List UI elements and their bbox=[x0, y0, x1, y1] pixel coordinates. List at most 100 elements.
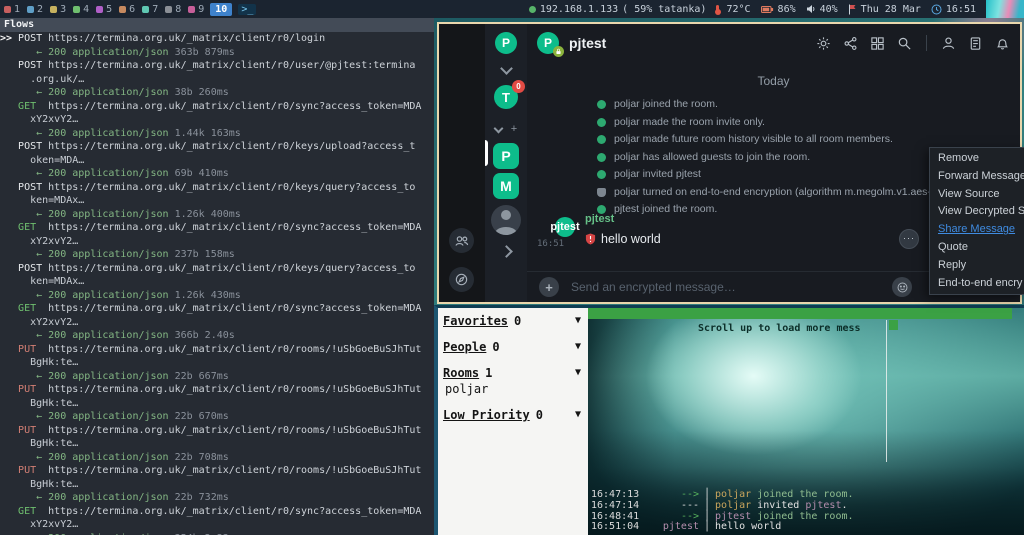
flow-size-time: 22b 670ms bbox=[175, 411, 229, 422]
flow-url: https://termina.org.uk/_matrix/client/r0… bbox=[48, 465, 421, 476]
chevron-right-icon[interactable] bbox=[500, 245, 513, 258]
collapse-triangle-icon[interactable] bbox=[575, 409, 581, 420]
workspace-icon bbox=[188, 6, 195, 13]
chat-terminal[interactable]: Scroll up to load more mess 16:47:13-->p… bbox=[588, 308, 1024, 535]
flow-response: ← 200 application/json bbox=[36, 87, 168, 98]
scrollback-notice: Scroll up to load more mess bbox=[698, 323, 861, 334]
user-photo-avatar[interactable] bbox=[491, 205, 521, 235]
workspace-button[interactable]: 8 bbox=[165, 4, 181, 15]
flow-row[interactable]: PUThttps://termina.org.uk/_matrix/client… bbox=[0, 343, 434, 384]
speaker-icon bbox=[806, 4, 816, 14]
flow-method: POST bbox=[18, 181, 48, 195]
notifications-bell-icon[interactable] bbox=[995, 36, 1010, 51]
workspace-button[interactable]: 2 bbox=[27, 4, 43, 15]
collapse-triangle-icon[interactable] bbox=[575, 341, 581, 352]
flow-method: PUT bbox=[18, 464, 48, 478]
rail-avatar-t[interactable]: T 0 bbox=[494, 85, 518, 109]
workspace-icon bbox=[119, 6, 126, 13]
flow-row[interactable]: GEThttps://termina.org.uk/_matrix/client… bbox=[0, 302, 434, 343]
roomlist-section-favorites[interactable]: Favorites0 bbox=[443, 314, 583, 328]
flow-row[interactable]: POSThttps://termina.org.uk/_matrix/clien… bbox=[0, 59, 434, 100]
workspace-button[interactable]: 6 bbox=[119, 4, 135, 15]
flow-method: POST bbox=[18, 140, 48, 154]
flow-response: ← 200 application/json bbox=[36, 452, 168, 463]
collapse-triangle-icon[interactable] bbox=[575, 367, 581, 378]
rail-avatar-p-selected[interactable]: P bbox=[493, 143, 519, 169]
user-menu-avatar[interactable]: P bbox=[495, 32, 517, 54]
timeline-event: pjtest joined the room. bbox=[597, 201, 965, 219]
roomlist-section-low-priority[interactable]: Low Priority0 bbox=[443, 408, 583, 422]
context-menu-item[interactable]: View Source bbox=[930, 186, 1024, 204]
column-separator bbox=[704, 501, 710, 512]
room-list-panel: Favorites0 People0 Rooms1 poljar Low Pri… bbox=[438, 308, 588, 535]
context-menu-item[interactable]: View Decrypted S bbox=[930, 203, 1024, 221]
flow-url: https://termina.org.uk/_matrix/client/r0… bbox=[48, 506, 421, 517]
flow-row[interactable]: PUThttps://termina.org.uk/_matrix/client… bbox=[0, 464, 434, 505]
event-avatar-icon bbox=[597, 135, 606, 144]
members-icon[interactable] bbox=[941, 36, 956, 51]
workspace-button[interactable]: 7 bbox=[142, 4, 158, 15]
rail-avatar-m[interactable]: M bbox=[493, 173, 519, 199]
encryption-lock-icon bbox=[553, 46, 564, 57]
upload-icon[interactable] bbox=[539, 277, 559, 297]
chevron-down-icon[interactable] bbox=[493, 123, 503, 133]
flow-row[interactable]: GEThttps://termina.org.uk/_matrix/client… bbox=[0, 221, 434, 262]
files-icon[interactable] bbox=[968, 36, 983, 51]
workspace-button[interactable]: 9 bbox=[188, 4, 204, 15]
workspace-active[interactable]: 10 bbox=[210, 3, 232, 16]
flow-row[interactable]: >>POSThttps://termina.org.uk/_matrix/cli… bbox=[0, 32, 434, 59]
context-menu-item[interactable]: Quote bbox=[930, 239, 1024, 257]
message-options-button[interactable] bbox=[899, 229, 919, 249]
context-menu-item[interactable]: Forward Message bbox=[930, 168, 1024, 186]
flow-row[interactable]: POSThttps://termina.org.uk/_matrix/clien… bbox=[0, 140, 434, 181]
untrusted-shield-icon bbox=[585, 233, 596, 245]
flow-row[interactable]: PUThttps://termina.org.uk/_matrix/client… bbox=[0, 383, 434, 424]
flow-row[interactable]: POSThttps://termina.org.uk/_matrix/clien… bbox=[0, 181, 434, 222]
flow-size-time: 363b 879ms bbox=[175, 47, 235, 58]
mitmproxy-terminal[interactable]: Flows >>POSThttps://termina.org.uk/_matr… bbox=[0, 18, 434, 535]
chevron-down-icon[interactable] bbox=[500, 62, 513, 75]
roomlist-section-people[interactable]: People0 bbox=[443, 340, 583, 354]
people-button[interactable] bbox=[449, 228, 474, 253]
context-menu-item[interactable]: Share Message bbox=[930, 221, 1024, 239]
message-input[interactable] bbox=[569, 279, 843, 295]
flow-size-time: 38b 260ms bbox=[175, 87, 229, 98]
flow-row[interactable]: POSThttps://termina.org.uk/_matrix/clien… bbox=[0, 262, 434, 303]
flow-url-continuation: BgHk:te… bbox=[30, 438, 78, 449]
event-text: poljar made future room history visible … bbox=[614, 131, 893, 149]
search-icon[interactable] bbox=[897, 36, 912, 51]
flow-url-continuation: BgHk:te… bbox=[30, 398, 78, 409]
workspace-button[interactable]: 5 bbox=[96, 4, 112, 15]
flow-row[interactable]: PUThttps://termina.org.uk/_matrix/client… bbox=[0, 424, 434, 465]
workspace-button[interactable]: 4 bbox=[73, 4, 89, 15]
flow-url-continuation: BgHk:te… bbox=[30, 357, 78, 368]
message-sender[interactable]: pjtest bbox=[585, 213, 614, 225]
workspace-icon bbox=[165, 6, 172, 13]
flow-url-continuation: xY2xvY2… bbox=[30, 317, 78, 328]
share-icon[interactable] bbox=[843, 36, 858, 51]
workspace-button[interactable]: 3 bbox=[50, 4, 66, 15]
collapse-triangle-icon[interactable] bbox=[575, 315, 581, 326]
add-room-icon[interactable] bbox=[511, 119, 517, 137]
flag-icon bbox=[848, 4, 857, 15]
flow-row[interactable]: GEThttps://termina.org.uk/_matrix/client… bbox=[0, 100, 434, 141]
emoji-button[interactable] bbox=[892, 277, 912, 297]
flow-size-time: 366b 2.40s bbox=[175, 330, 235, 341]
explore-button[interactable] bbox=[449, 267, 474, 292]
chat-line: 16:48:41-->pjtest joined the room. bbox=[591, 512, 1024, 523]
context-menu-item[interactable]: Reply bbox=[930, 257, 1024, 275]
context-menu-item[interactable]: Remove bbox=[930, 150, 1024, 168]
apps-grid-icon[interactable] bbox=[870, 36, 885, 51]
room-list-item[interactable]: poljar bbox=[443, 382, 583, 396]
sender-avatar[interactable]: pjtest bbox=[555, 217, 575, 237]
network-ip: 192.168.1.133 bbox=[540, 4, 618, 15]
workspace-button[interactable]: 1 bbox=[4, 4, 20, 15]
flow-method: POST bbox=[18, 32, 48, 46]
flow-row[interactable]: GEThttps://termina.org.uk/_matrix/client… bbox=[0, 505, 434, 535]
flow-size-time: 1.26k 430ms bbox=[175, 290, 241, 301]
flow-response: ← 200 application/json bbox=[36, 249, 168, 260]
context-menu-item[interactable]: End-to-end encry bbox=[930, 275, 1024, 293]
room-avatar[interactable]: P bbox=[537, 32, 559, 54]
settings-gear-icon[interactable] bbox=[816, 36, 831, 51]
roomlist-section-rooms[interactable]: Rooms1 poljar bbox=[443, 366, 583, 396]
